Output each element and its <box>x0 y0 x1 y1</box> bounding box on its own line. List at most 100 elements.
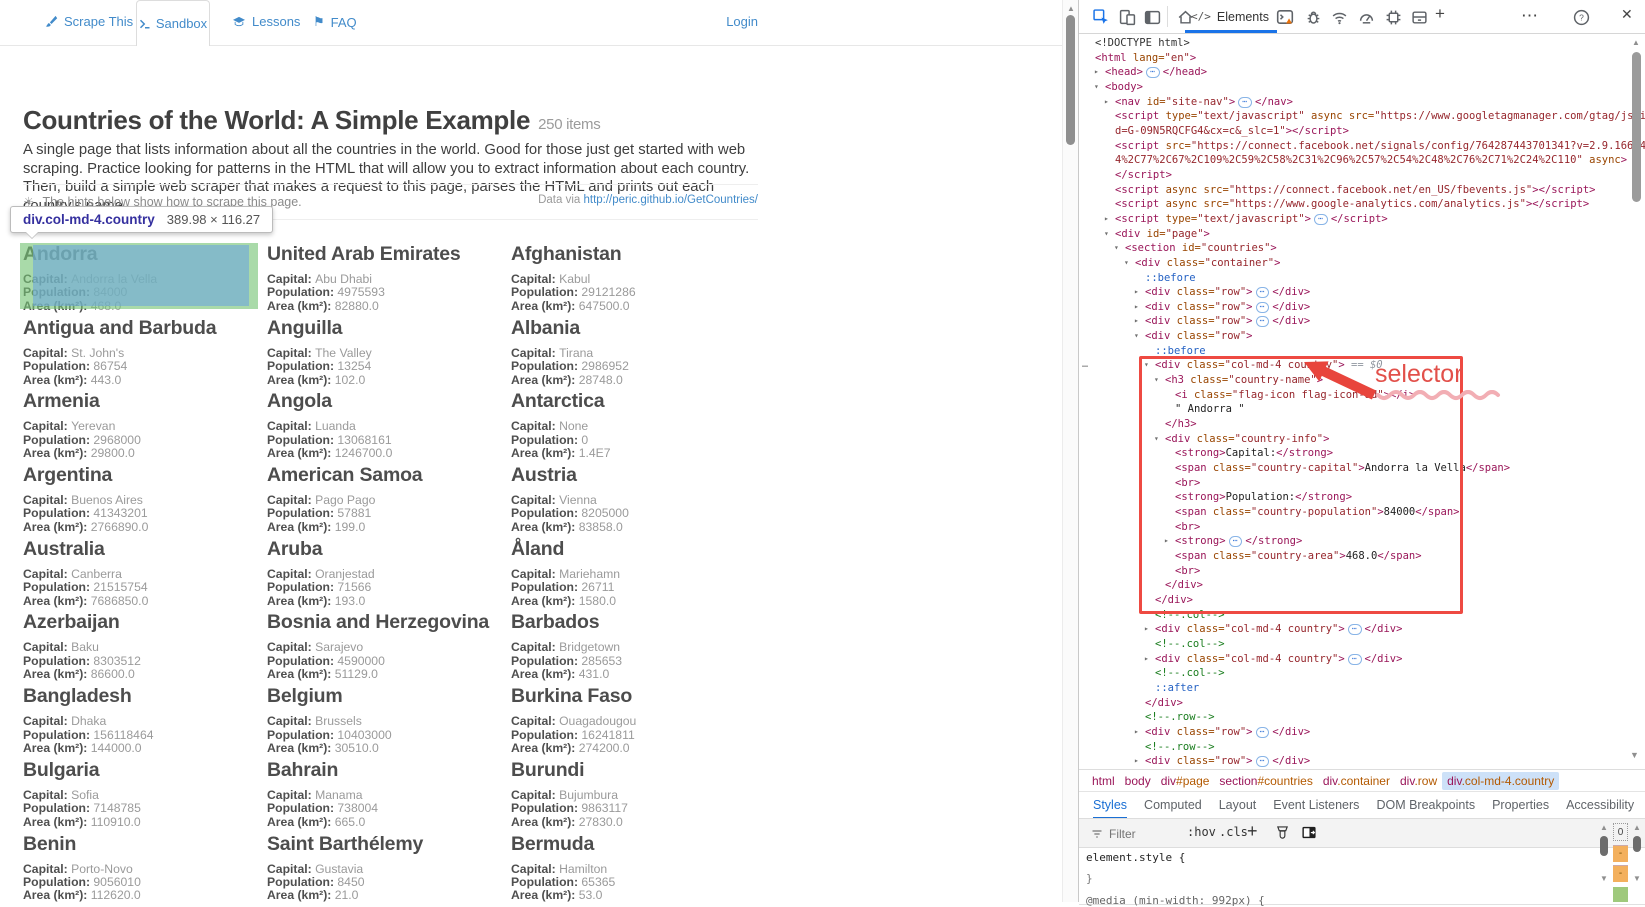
expand-arrow-closed-icon[interactable]: ▸ <box>1134 300 1139 315</box>
breadcrumb-item[interactable]: body <box>1120 772 1156 790</box>
dom-tree-line[interactable]: <strong>Capital:</strong> <box>1079 446 1645 461</box>
dom-tree-line[interactable]: ▾<div class="row"> <box>1079 329 1645 344</box>
expand-arrow-open-icon[interactable]: ▾ <box>1144 358 1149 373</box>
styles-tab-accessibility[interactable]: Accessibility <box>1566 798 1634 812</box>
expand-arrow-closed-icon[interactable]: ▸ <box>1094 65 1099 80</box>
expand-arrow-open-icon[interactable]: ▾ <box>1094 80 1099 95</box>
computed-sidebar-toggle-icon[interactable] <box>1301 825 1317 845</box>
dom-tree-line[interactable]: d=G-09N5RQCFG4&cx=c&_slc=1"></script> <box>1079 124 1645 139</box>
dom-tree-line[interactable]: ▾<div class="container"> <box>1079 256 1645 271</box>
styles-tab-properties[interactable]: Properties <box>1492 798 1549 812</box>
collapsed-content-ellipsis[interactable]: ⋯ <box>1348 624 1362 635</box>
more-tabs-button[interactable]: + <box>1435 4 1445 24</box>
dom-tree-line[interactable]: </div> <box>1079 593 1645 608</box>
dom-tree-line[interactable]: <script async src="https://connect.faceb… <box>1079 183 1645 198</box>
breadcrumb-item[interactable]: div.container <box>1318 772 1395 790</box>
expand-arrow-closed-icon[interactable]: ▸ <box>1104 95 1109 110</box>
dom-tree-line[interactable]: <html lang="en"> <box>1079 51 1645 66</box>
expand-arrow-open-icon[interactable]: ▾ <box>1154 432 1159 447</box>
node-gutter-menu[interactable]: … <box>1082 358 1089 373</box>
help-button[interactable]: ? <box>1571 7 1591 27</box>
nav-link-faq[interactable]: ⚑ FAQ <box>313 14 357 30</box>
dom-tree-line[interactable]: ▸<div class="row">⋯</div> <box>1079 754 1645 769</box>
pseudo-state-icon[interactable] <box>1275 825 1290 845</box>
toggle-hover-state-button[interactable]: :hov <box>1187 825 1216 839</box>
expand-arrow-open-icon[interactable]: ▾ <box>1114 241 1119 256</box>
dom-tree-line[interactable]: <span class="country-capital">Andorra la… <box>1079 461 1645 476</box>
styles-tab-layout[interactable]: Layout <box>1219 798 1257 812</box>
collapsed-content-ellipsis[interactable]: ⋯ <box>1256 727 1270 738</box>
dom-tree-line[interactable]: ::after <box>1079 681 1645 696</box>
breadcrumb-item[interactable]: div.row <box>1395 772 1442 790</box>
collapsed-content-ellipsis[interactable]: ⋯ <box>1256 302 1270 313</box>
dom-tree-line[interactable]: ▸<nav id="site-nav">⋯</nav> <box>1079 95 1645 110</box>
dom-tree-line[interactable]: 4%2C77%2C67%2C109%2C59%2C58%2C31%2C96%2C… <box>1079 153 1645 168</box>
dom-tree-line[interactable]: <!DOCTYPE html> <box>1079 36 1645 51</box>
collapsed-content-ellipsis[interactable]: ⋯ <box>1256 316 1270 327</box>
devtools-scrollbar-thumb[interactable] <box>1633 836 1641 852</box>
scroll-down-arrow[interactable]: ▼ <box>1630 750 1639 760</box>
dom-tree-line[interactable]: ▾<div id="page"> <box>1079 227 1645 242</box>
dom-tree-line[interactable]: <br> <box>1079 476 1645 491</box>
data-source-link[interactable]: http://peric.github.io/GetCountries/ <box>583 194 758 206</box>
expand-arrow-open-icon[interactable]: ▾ <box>1124 256 1129 271</box>
collapsed-content-ellipsis[interactable]: ⋯ <box>1146 67 1160 78</box>
dom-tree-line[interactable]: <script type="text/javascript" async src… <box>1079 109 1645 124</box>
collapsed-content-ellipsis[interactable]: ⋯ <box>1238 97 1252 108</box>
expand-arrow-closed-icon[interactable]: ▸ <box>1144 622 1149 637</box>
dom-tree-line[interactable]: ▸<div class="col-md-4 country">⋯</div> <box>1079 622 1645 637</box>
toggle-classes-button[interactable]: .cls <box>1219 825 1248 839</box>
dom-tree-line[interactable]: ::before <box>1079 344 1645 359</box>
expand-arrow-open-icon[interactable]: ▾ <box>1104 227 1109 242</box>
breadcrumb-item[interactable]: div#page <box>1156 772 1215 790</box>
issues-bug-button[interactable] <box>1303 7 1323 27</box>
expand-arrow-open-icon[interactable]: ▾ <box>1154 373 1159 388</box>
styles-tab-styles[interactable]: Styles <box>1093 798 1127 812</box>
scroll-up-arrow[interactable]: ▲ <box>1633 823 1641 832</box>
styles-tab-dom-breakpoints[interactable]: DOM Breakpoints <box>1376 798 1475 812</box>
expand-arrow-closed-icon[interactable]: ▸ <box>1134 314 1139 329</box>
dom-tree-line[interactable]: <!--.col--> <box>1079 608 1645 623</box>
application-button[interactable] <box>1409 7 1429 27</box>
dom-tree-line[interactable]: ▸<head>⋯</head> <box>1079 65 1645 80</box>
dom-tree-line[interactable]: <!--.col--> <box>1079 666 1645 681</box>
new-style-rule-button[interactable]: + <box>1247 821 1258 842</box>
dom-tree-line[interactable]: ▸<div class="row">⋯</div> <box>1079 725 1645 740</box>
activity-bar-button[interactable] <box>1142 7 1162 27</box>
dom-tree-line[interactable]: ▸<script type="text/javascript">⋯</scrip… <box>1079 212 1645 227</box>
performance-button[interactable] <box>1356 7 1376 27</box>
dom-tree-line[interactable]: </div> <box>1079 696 1645 711</box>
dom-tree-line[interactable]: ▾<div class="country-info"> <box>1079 432 1645 447</box>
dom-tree-line[interactable]: ▸<div class="col-md-4 country">⋯</div> <box>1079 652 1645 667</box>
dom-tree-line[interactable]: <script async src="https://www.google-an… <box>1079 197 1645 212</box>
inspect-element-button[interactable] <box>1091 7 1111 27</box>
scroll-down-arrow[interactable]: ▼ <box>1633 874 1641 883</box>
element-style-rule[interactable]: element.style { <box>1079 848 1645 869</box>
page-scrollbar-thumb[interactable] <box>1066 15 1075 145</box>
dom-tree-line[interactable]: <!--.col--> <box>1079 637 1645 652</box>
collapsed-content-ellipsis[interactable]: ⋯ <box>1229 536 1243 547</box>
expand-arrow-open-icon[interactable]: ▾ <box>1134 329 1139 344</box>
console-button[interactable] <box>1275 7 1295 27</box>
scroll-up-arrow[interactable]: ▲ <box>1067 4 1075 13</box>
dom-tree-line[interactable]: <i class="flag-icon flag-icon-ad"></i> <box>1079 388 1645 403</box>
expand-arrow-closed-icon[interactable]: ▸ <box>1134 285 1139 300</box>
dom-tree-line[interactable]: ▸<div class="row">⋯</div> <box>1079 285 1645 300</box>
page-scrollbar[interactable]: ▲ <box>1062 0 1079 902</box>
dom-tree-line[interactable]: </div> <box>1079 578 1645 593</box>
expand-arrow-closed-icon[interactable]: ▸ <box>1104 212 1109 227</box>
breadcrumb-item[interactable]: html <box>1087 772 1120 790</box>
customize-devtools-button[interactable]: ⋯ <box>1521 6 1538 26</box>
dom-tree-line[interactable]: <br> <box>1079 564 1645 579</box>
dom-tree-line[interactable]: <br> <box>1079 520 1645 535</box>
dom-tree-line[interactable]: ▾<h3 class="country-name"> <box>1079 373 1645 388</box>
collapsed-content-ellipsis[interactable]: ⋯ <box>1256 756 1270 767</box>
styles-tab-computed[interactable]: Computed <box>1144 798 1202 812</box>
dom-tree-line[interactable]: ▾<body> <box>1079 80 1645 95</box>
dom-tree-line[interactable]: …▾<div class="col-md-4 country"> == $0 <box>1079 358 1645 373</box>
dom-tree-scrollbar-thumb[interactable] <box>1632 52 1641 202</box>
expand-arrow-closed-icon[interactable]: ▸ <box>1134 725 1139 740</box>
dom-tree-line[interactable]: </h3> <box>1079 417 1645 432</box>
memory-button[interactable] <box>1383 7 1403 27</box>
breadcrumb-item[interactable]: div.col-md-4.country <box>1442 772 1559 790</box>
